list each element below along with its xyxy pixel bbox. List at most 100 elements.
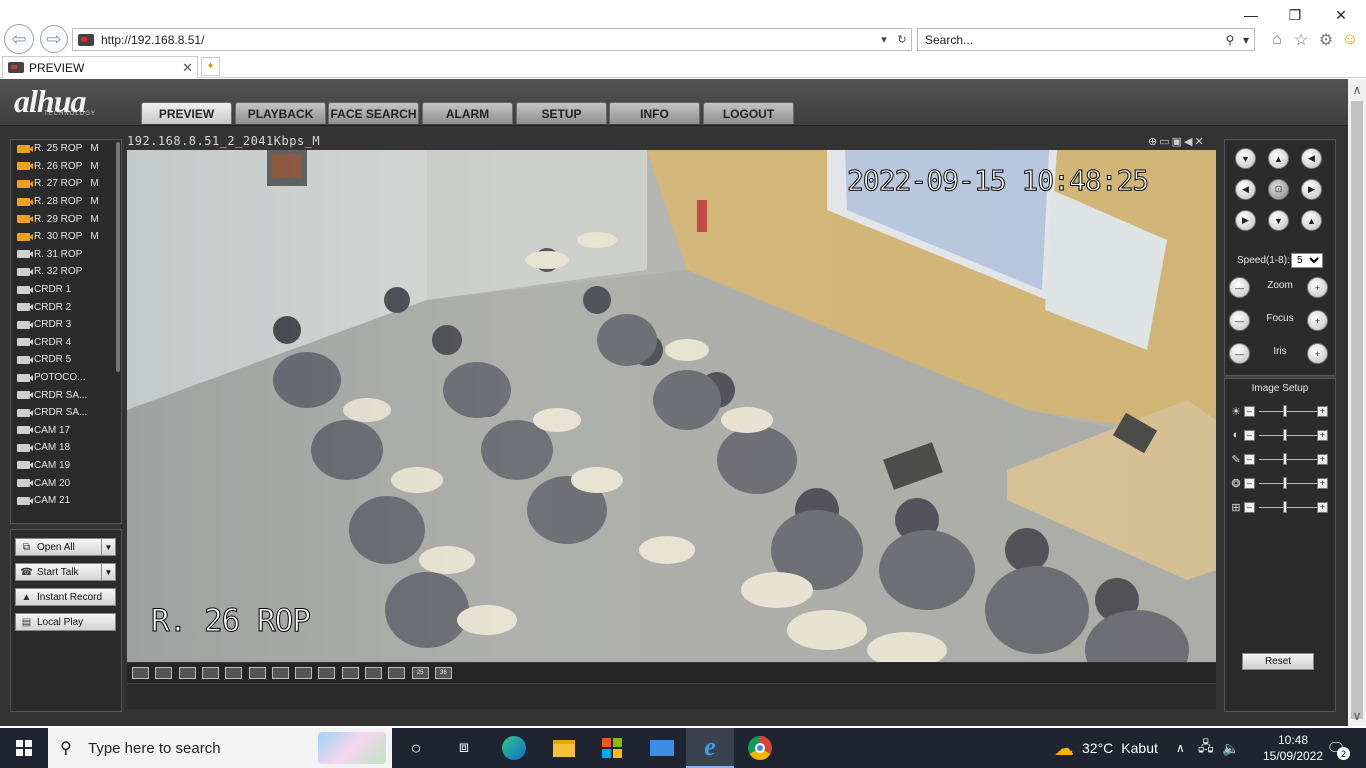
restore-button[interactable]: ❐ (1272, 4, 1318, 26)
camera-item[interactable]: R. 32 ROP (11, 263, 121, 281)
reset-button[interactable]: Reset (1242, 653, 1314, 670)
tab-logout[interactable]: LOGOUT (703, 102, 794, 124)
forward-button[interactable]: ⇨ (40, 25, 68, 53)
camera-item[interactable]: CRDR 2 (11, 298, 121, 316)
address-url[interactable]: http://192.168.8.51/ (101, 33, 875, 47)
instant-record-button[interactable]: ▲ Instant Record (15, 588, 116, 606)
taskbar-edge[interactable] (490, 728, 538, 768)
ptz-down-button[interactable]: ▼ (1268, 210, 1289, 231)
camera-item[interactable]: POTOCO... (11, 369, 121, 387)
ptz-right-button[interactable]: ▶ (1301, 179, 1322, 200)
taskbar-store[interactable] (588, 728, 636, 768)
taskbar-mail[interactable] (638, 728, 686, 768)
increase-button[interactable]: + (1317, 502, 1328, 513)
layout-button-12[interactable] (388, 667, 406, 679)
layout-button-11[interactable] (365, 667, 382, 679)
slider-track[interactable] (1259, 411, 1317, 412)
open-all-button[interactable]: ⧉ Open All ▼ (15, 538, 116, 556)
zoom-out-button[interactable]: — (1229, 277, 1250, 298)
tab-info[interactable]: INFO (609, 102, 700, 124)
ptz-up-left-button[interactable]: ▼ (1235, 148, 1256, 169)
taskbar-search[interactable]: ⚲ (48, 728, 392, 768)
speed-select[interactable]: 12345678 (1291, 253, 1323, 268)
camera-item[interactable]: R. 26 ROP M (11, 158, 121, 176)
camera-item[interactable]: CRDR 5 (11, 351, 121, 369)
camera-item[interactable]: CRDR 4 (11, 334, 121, 352)
zoom-in-button[interactable]: + (1307, 277, 1328, 298)
page-scrollbar[interactable]: ∧ ∨ (1348, 79, 1366, 726)
camera-item[interactable]: CAM 17 (11, 422, 121, 440)
favorites-star-icon[interactable]: ☆ (1291, 30, 1311, 50)
browser-search-input[interactable] (918, 32, 1222, 47)
increase-button[interactable]: + (1317, 430, 1328, 441)
cortana-button[interactable]: ○ (392, 728, 440, 768)
slider-knob[interactable] (1283, 477, 1287, 489)
close-window-button[interactable]: ✕ (1318, 4, 1364, 26)
tab-alarm[interactable]: ALARM (422, 102, 513, 124)
iris-minus-button[interactable]: — (1229, 343, 1250, 364)
task-view-button[interactable]: ⧈ (440, 728, 488, 768)
tray-chevron-icon[interactable]: ∧ (1176, 728, 1185, 768)
camera-item[interactable]: CRDR 1 (11, 281, 121, 299)
increase-button[interactable]: + (1317, 406, 1328, 417)
ptz-left-button[interactable]: ◀ (1235, 179, 1256, 200)
refresh-icon[interactable]: ↻ (893, 33, 911, 46)
taskbar-internet-explorer[interactable]: e (686, 728, 734, 768)
open-all-dropdown-icon[interactable]: ▼ (101, 539, 115, 555)
ptz-up-button[interactable]: ▲ (1268, 148, 1289, 169)
layout-button-5[interactable] (225, 667, 243, 679)
local-play-button[interactable]: ▤ Local Play (15, 613, 116, 631)
slider-knob[interactable] (1283, 501, 1287, 513)
camera-item[interactable]: R. 29 ROP M (11, 210, 121, 228)
increase-button[interactable]: + (1317, 478, 1328, 489)
camera-item[interactable]: R. 28 ROP M (11, 193, 121, 211)
layout-button-10[interactable] (341, 667, 359, 679)
slider-track[interactable] (1259, 483, 1317, 484)
slider-knob[interactable] (1283, 405, 1287, 417)
slider-track[interactable] (1259, 435, 1317, 436)
layout-button-2[interactable] (155, 667, 173, 679)
layout-button-4[interactable] (201, 667, 219, 679)
camera-item[interactable]: CAM 18 (11, 439, 121, 457)
weather-widget[interactable]: ☁ 32°C Kabut (1054, 728, 1158, 768)
address-bar[interactable]: http://192.168.8.51/ ▾ ↻ (72, 28, 912, 51)
camera-item[interactable]: CAM 19 (11, 457, 121, 475)
volume-icon[interactable]: 🔈 (1222, 728, 1239, 768)
layout-button-8[interactable] (295, 667, 313, 679)
taskbar-search-input[interactable] (88, 739, 308, 757)
camera-item[interactable]: R. 25 ROP M (11, 140, 121, 158)
scroll-up-icon[interactable]: ∧ (1348, 81, 1366, 99)
increase-button[interactable]: + (1317, 454, 1328, 465)
audio-icon[interactable]: ◀ (1184, 136, 1194, 148)
iris-plus-button[interactable]: + (1307, 343, 1328, 364)
minimize-button[interactable]: — (1228, 4, 1274, 26)
tab-face-search[interactable]: FACE SEARCH (328, 102, 419, 124)
ptz-down-left-button[interactable]: ▶ (1235, 210, 1256, 231)
back-button[interactable]: ⇦ (4, 24, 34, 54)
search-dropdown-icon[interactable]: ▾ (1238, 33, 1254, 47)
camera-item[interactable]: R. 30 ROP M (11, 228, 121, 246)
address-dropdown-icon[interactable]: ▾ (875, 33, 893, 46)
ptz-down-right-button[interactable]: ▲ (1301, 210, 1322, 231)
settings-gear-icon[interactable]: ⚙ (1316, 30, 1336, 50)
camera-item[interactable]: CRDR 3 (11, 316, 121, 334)
slider-knob[interactable] (1283, 453, 1287, 465)
slider-track[interactable] (1259, 459, 1317, 460)
decrease-button[interactable]: – (1244, 406, 1255, 417)
snapshot-icon[interactable]: ▣ (1172, 136, 1184, 148)
layout-button-14[interactable]: 36 (434, 667, 452, 679)
new-tab-button[interactable]: ✦ (201, 57, 220, 76)
start-talk-dropdown-icon[interactable]: ▼ (101, 564, 115, 580)
start-button[interactable] (0, 728, 48, 768)
decrease-button[interactable]: – (1244, 454, 1255, 465)
close-video-icon[interactable]: ✕ (1195, 136, 1206, 148)
camera-item[interactable]: R. 27 ROP M (11, 175, 121, 193)
notification-center-button[interactable]: 🗨 2 (1324, 736, 1350, 760)
taskbar-file-explorer[interactable] (540, 728, 588, 768)
network-icon[interactable]: 🖧 (1198, 728, 1214, 768)
decrease-button[interactable]: – (1244, 430, 1255, 441)
focus-plus-button[interactable]: + (1307, 310, 1328, 331)
camera-item[interactable]: CAM 20 (11, 474, 121, 492)
tab-preview[interactable]: PREVIEW (141, 102, 232, 124)
layout-button-7[interactable] (271, 667, 289, 679)
